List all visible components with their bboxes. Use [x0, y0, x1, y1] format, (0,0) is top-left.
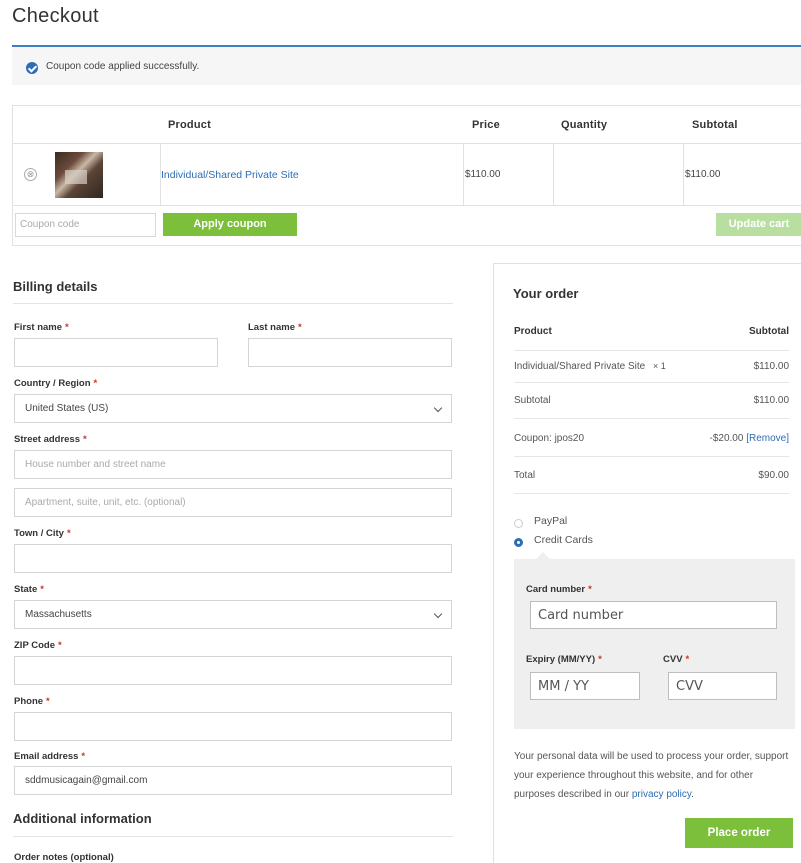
notice-message: Coupon code applied successfully.: [46, 61, 200, 72]
billing-details-title: Billing details: [13, 279, 98, 294]
your-order-title: Your order: [513, 286, 579, 301]
order-total-row: Total $90.00: [514, 470, 789, 481]
cvv-input[interactable]: CVV: [668, 672, 777, 700]
product-thumbnail[interactable]: [55, 152, 103, 198]
country-label: Country / Region *: [14, 378, 98, 389]
remove-item-icon[interactable]: ⊗: [24, 168, 37, 181]
additional-info-title: Additional information: [13, 811, 152, 826]
state-select[interactable]: Massachusetts: [14, 600, 452, 629]
phone-label: Phone *: [14, 696, 50, 707]
cart-header-row: Product Price Quantity Subtotal: [13, 106, 801, 144]
product-link[interactable]: Individual/Shared Private Site: [161, 169, 299, 181]
state-label: State *: [14, 584, 44, 595]
expiry-label: Expiry (MM/YY) *: [526, 654, 602, 665]
page-title: Checkout: [12, 5, 99, 27]
place-order-button[interactable]: Place order: [685, 818, 793, 848]
order-notes-label: Order notes (optional): [14, 852, 114, 863]
email-label: Email address *: [14, 751, 86, 762]
remove-coupon-link[interactable]: [Remove]: [746, 433, 789, 444]
col-quantity: Quantity: [561, 119, 608, 131]
cvv-label: CVV *: [663, 654, 690, 665]
item-price: $110.00: [465, 169, 501, 180]
coupon-code-input[interactable]: Coupon code: [15, 213, 156, 237]
city-label: Town / City *: [14, 528, 71, 539]
email-field[interactable]: sddmusicagain@gmail.com: [14, 766, 452, 795]
chevron-down-icon: [433, 609, 443, 619]
credit-card-form: Card number * Card number Expiry (MM/YY) *…: [514, 552, 795, 729]
coupon-discount: -$20.00: [709, 433, 744, 444]
first-name-field[interactable]: [14, 338, 218, 367]
update-cart-button[interactable]: Update cart: [716, 213, 801, 236]
order-line-item: Individual/Shared Private Site × 1 $110.…: [514, 361, 789, 372]
country-select[interactable]: United States (US): [14, 394, 452, 423]
street-address-label: Street address *: [14, 434, 87, 445]
expiry-input[interactable]: MM / YY: [530, 672, 640, 700]
privacy-notice: Your personal data will be used to proce…: [514, 751, 789, 800]
order-col-subtotal: Subtotal: [749, 326, 789, 337]
order-header-row: Product Subtotal: [514, 326, 789, 337]
street-address-field[interactable]: House number and street name: [14, 450, 452, 479]
card-number-label: Card number *: [526, 584, 592, 595]
city-field[interactable]: [14, 544, 452, 573]
check-circle-icon: [26, 62, 38, 74]
zip-field[interactable]: [14, 656, 452, 685]
first-name-label: First name *: [14, 322, 69, 333]
order-subtotal-row: Subtotal $110.00: [514, 395, 789, 406]
street-address-2-field[interactable]: Apartment, suite, unit, etc. (optional): [14, 488, 452, 517]
item-subtotal: $110.00: [685, 169, 721, 180]
phone-field[interactable]: [14, 712, 452, 741]
col-subtotal: Subtotal: [692, 119, 738, 131]
privacy-policy-link[interactable]: privacy policy: [632, 789, 691, 800]
credit-cards-label[interactable]: Credit Cards: [534, 534, 593, 546]
paypal-label[interactable]: PayPal: [534, 515, 567, 527]
zip-label: ZIP Code *: [14, 640, 62, 651]
chevron-down-icon: [433, 403, 443, 413]
success-notice: Coupon code applied successfully.: [12, 45, 801, 85]
cart-table: Product Price Quantity Subtotal ⊗ Indivi…: [12, 105, 801, 246]
card-number-input[interactable]: Card number: [530, 601, 777, 629]
order-review-panel: Your order Product Subtotal Individual/S…: [493, 263, 801, 863]
last-name-label: Last name *: [248, 322, 302, 333]
order-col-product: Product: [514, 326, 552, 337]
state-value: Massachusetts: [25, 609, 92, 620]
col-price: Price: [472, 119, 500, 131]
country-value: United States (US): [25, 403, 109, 414]
last-name-field[interactable]: [248, 338, 452, 367]
table-row: ⊗ Individual/Shared Private Site $110.00…: [13, 144, 801, 206]
credit-cards-radio[interactable]: [514, 538, 523, 547]
order-coupon-row: Coupon: jpos20 -$20.00 [Remove]: [514, 433, 789, 444]
col-product: Product: [168, 119, 211, 131]
paypal-radio[interactable]: [514, 519, 523, 528]
apply-coupon-button[interactable]: Apply coupon: [163, 213, 297, 236]
